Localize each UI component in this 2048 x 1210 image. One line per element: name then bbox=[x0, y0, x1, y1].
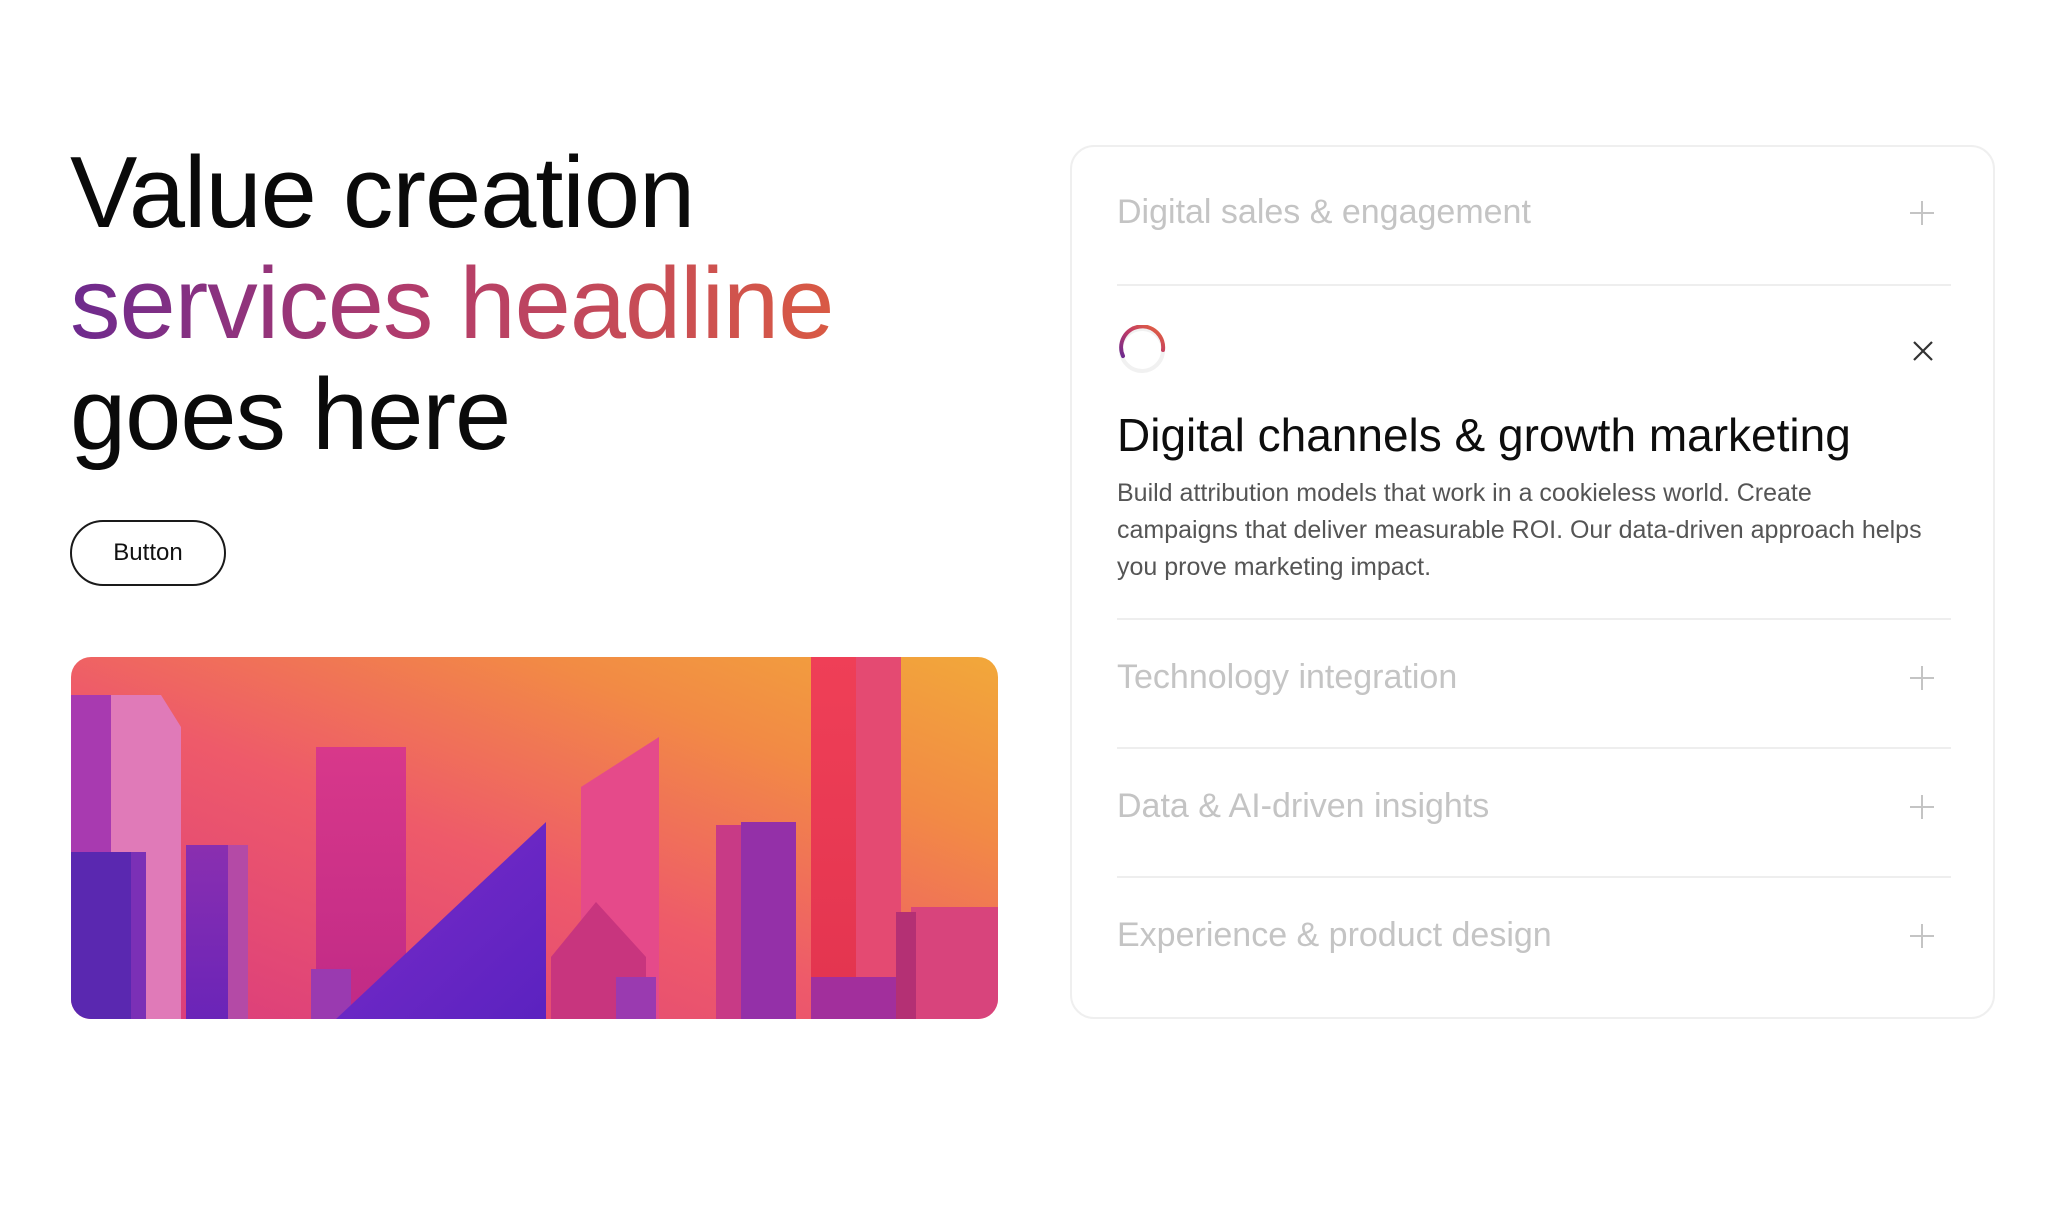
headline-line-1: Value creation bbox=[70, 137, 695, 249]
divider bbox=[1117, 618, 1951, 620]
plus-icon[interactable] bbox=[1909, 794, 1935, 820]
close-icon[interactable] bbox=[1911, 339, 1935, 363]
accordion-item-experience-design[interactable]: Experience & product design bbox=[1117, 916, 1951, 955]
accordion-item-title: Digital channels & growth marketing bbox=[1117, 409, 1851, 461]
cta-button[interactable]: Button bbox=[70, 520, 226, 586]
page-headline: Value creation services headline goes he… bbox=[70, 137, 834, 471]
headline-line-2-gradient: services headline bbox=[70, 248, 834, 360]
accordion-item-data-ai-insights[interactable]: Data & AI-driven insights bbox=[1117, 787, 1951, 826]
accordion-item-label: Experience & product design bbox=[1117, 916, 1552, 954]
accordion-item-label: Data & AI-driven insights bbox=[1117, 787, 1490, 825]
divider bbox=[1117, 747, 1951, 749]
plus-icon[interactable] bbox=[1909, 665, 1935, 691]
services-accordion: Digital sales & engagement Digital chann… bbox=[1070, 145, 1995, 1019]
plus-icon[interactable] bbox=[1909, 923, 1935, 949]
accordion-item-digital-sales[interactable]: Digital sales & engagement bbox=[1117, 193, 1951, 232]
headline-line-3: goes here bbox=[70, 359, 511, 471]
abstract-city-illustration bbox=[71, 657, 998, 1019]
accordion-item-label: Technology integration bbox=[1117, 658, 1458, 696]
hero-image bbox=[71, 657, 998, 1019]
page: Value creation services headline goes he… bbox=[0, 0, 2048, 1210]
divider bbox=[1117, 284, 1951, 286]
spinner-icon bbox=[1119, 325, 1166, 373]
accordion-item-label: Digital sales & engagement bbox=[1117, 193, 1531, 231]
accordion-item-description: Build attribution models that work in a … bbox=[1117, 479, 1922, 581]
plus-icon[interactable] bbox=[1909, 200, 1935, 226]
accordion-item-technology-integration[interactable]: Technology integration bbox=[1117, 658, 1951, 697]
divider bbox=[1117, 876, 1951, 878]
